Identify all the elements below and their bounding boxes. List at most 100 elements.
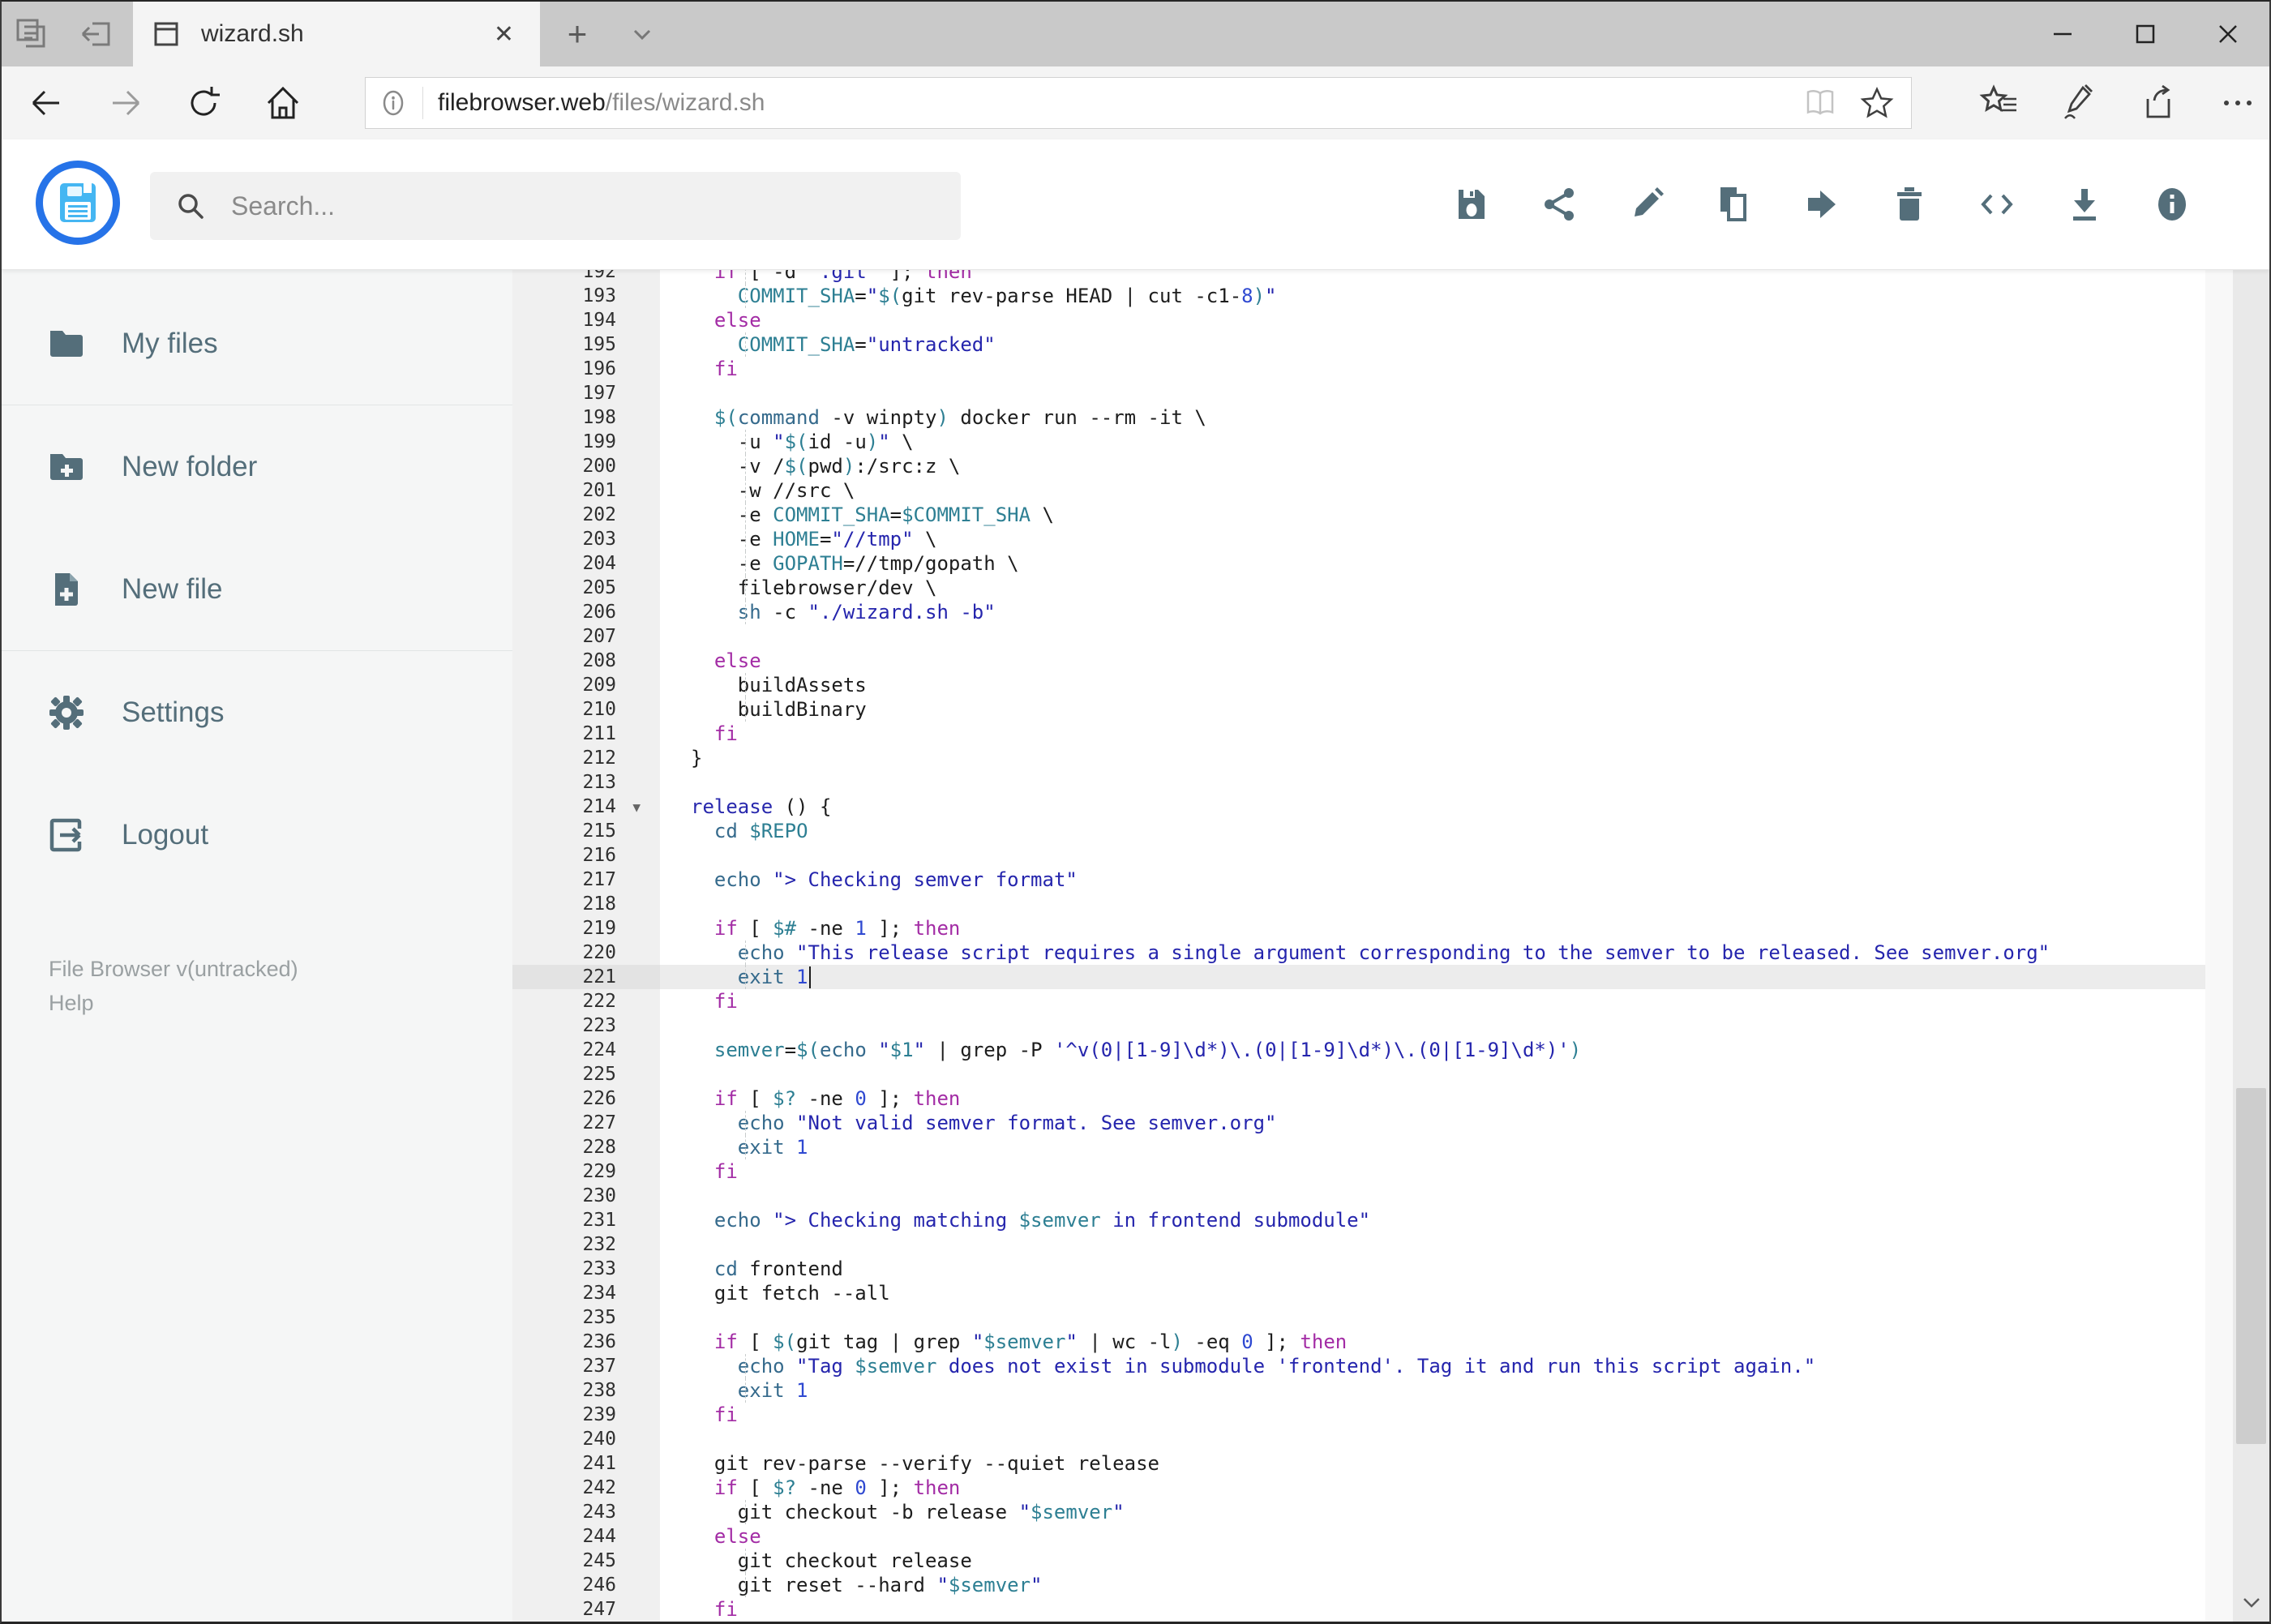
- sidebar-item-settings[interactable]: Settings: [2, 651, 512, 773]
- code-line[interactable]: [691, 770, 2233, 795]
- code-line[interactable]: [691, 1232, 2233, 1257]
- share-button[interactable]: [1535, 180, 1583, 229]
- page-scrollbar[interactable]: [2233, 139, 2269, 1622]
- code-line[interactable]: [691, 624, 2233, 649]
- url-text[interactable]: filebrowser.web/files/wizard.sh: [438, 89, 1802, 117]
- code-view-button[interactable]: [1973, 180, 2021, 229]
- code-line[interactable]: semver=$(echo "$1" | grep -P '^v(0|[1-9]…: [691, 1038, 2233, 1062]
- code-line[interactable]: $(command -v winpty) docker run --rm -it…: [691, 405, 2233, 430]
- code-line[interactable]: COMMIT_SHA="$(git rev-parse HEAD | cut -…: [691, 284, 2233, 308]
- add-favorite-star-icon[interactable]: [1859, 85, 1895, 121]
- save-button[interactable]: [1447, 180, 1496, 229]
- help-link[interactable]: Help: [49, 986, 298, 1020]
- code-line[interactable]: if [ $# -ne 1 ]; then: [691, 916, 2233, 941]
- annotate-pen-icon[interactable]: [2059, 83, 2099, 123]
- code-line[interactable]: git reset --hard "$semver": [691, 1573, 2233, 1597]
- code-line[interactable]: release () {: [691, 795, 2233, 819]
- code-line[interactable]: fi: [691, 1159, 2233, 1184]
- code-line[interactable]: fi: [691, 1403, 2233, 1427]
- code-line[interactable]: -e GOPATH=//tmp/gopath \: [691, 551, 2233, 576]
- code-line[interactable]: echo "Not valid semver format. See semve…: [691, 1111, 2233, 1135]
- code-line[interactable]: git fetch --all: [691, 1281, 2233, 1305]
- code-line[interactable]: [691, 1427, 2233, 1451]
- code-line[interactable]: }: [691, 746, 2233, 770]
- tab-close-icon[interactable]: ✕: [487, 17, 521, 52]
- code-line[interactable]: [691, 892, 2233, 916]
- code-line[interactable]: [691, 843, 2233, 868]
- forward-button[interactable]: [97, 66, 154, 139]
- code-line[interactable]: cd $REPO: [691, 819, 2233, 843]
- back-button[interactable]: [18, 66, 75, 139]
- new-tab-button[interactable]: +: [553, 2, 602, 66]
- address-bar[interactable]: filebrowser.web/files/wizard.sh: [365, 77, 1912, 129]
- code-line[interactable]: else: [691, 308, 2233, 332]
- code-line[interactable]: git checkout release: [691, 1549, 2233, 1573]
- window-maximize-button[interactable]: [2104, 2, 2187, 66]
- browser-tab[interactable]: wizard.sh ✕: [133, 2, 540, 66]
- code-line[interactable]: cd frontend: [691, 1257, 2233, 1281]
- code-line[interactable]: -e HOME="//tmp" \: [691, 527, 2233, 551]
- set-tabs-aside-icon[interactable]: [78, 15, 115, 53]
- window-minimize-button[interactable]: [2021, 2, 2104, 66]
- code-line[interactable]: buildBinary: [691, 697, 2233, 722]
- tab-dropdown-icon[interactable]: [618, 2, 666, 66]
- code-line[interactable]: git checkout -b release "$semver": [691, 1500, 2233, 1524]
- search-box[interactable]: [150, 172, 961, 240]
- code-line[interactable]: if [ $? -ne 0 ]; then: [691, 1086, 2233, 1111]
- filebrowser-logo[interactable]: [36, 161, 120, 245]
- code-line[interactable]: [691, 1305, 2233, 1330]
- sidebar-item-logout[interactable]: Logout: [2, 773, 512, 896]
- info-button[interactable]: [2148, 180, 2196, 229]
- window-close-button[interactable]: [2187, 2, 2269, 66]
- fold-caret-icon[interactable]: ▼: [632, 795, 641, 820]
- code-line[interactable]: exit 1: [691, 1135, 2233, 1159]
- code-line[interactable]: -u "$(id -u)" \: [691, 430, 2233, 454]
- code-line[interactable]: exit 1: [691, 1378, 2233, 1403]
- code-line[interactable]: else: [691, 649, 2233, 673]
- code-line[interactable]: COMMIT_SHA="untracked": [691, 332, 2233, 357]
- code-line[interactable]: fi: [691, 357, 2233, 381]
- code-line[interactable]: fi: [691, 1597, 2233, 1622]
- search-input[interactable]: [229, 190, 936, 222]
- code-line[interactable]: -w //src \: [691, 478, 2233, 503]
- code-line[interactable]: git rev-parse --verify --quiet release: [691, 1451, 2233, 1476]
- code-line[interactable]: [691, 1184, 2233, 1208]
- scrollbar-thumb[interactable]: [2236, 1087, 2266, 1444]
- tab-preview-icon[interactable]: [13, 15, 50, 53]
- more-menu-icon[interactable]: [2217, 83, 2258, 123]
- sidebar-item-new-folder[interactable]: New folder: [2, 405, 512, 528]
- code-line[interactable]: sh -c "./wizard.sh -b": [691, 600, 2233, 624]
- code-line[interactable]: -v /$(pwd):/src:z \: [691, 454, 2233, 478]
- code-line[interactable]: -e COMMIT_SHA=$COMMIT_SHA \: [691, 503, 2233, 527]
- code-line[interactable]: buildAssets: [691, 673, 2233, 697]
- code-line[interactable]: if [ $(git tag | grep "$semver" | wc -l)…: [691, 1330, 2233, 1354]
- code-line[interactable]: echo "> Checking matching $semver in fro…: [691, 1208, 2233, 1232]
- code-line[interactable]: fi: [691, 722, 2233, 746]
- share-page-icon[interactable]: [2138, 83, 2179, 123]
- site-info-icon[interactable]: [366, 87, 423, 119]
- code-line[interactable]: filebrowser/dev \: [691, 576, 2233, 600]
- reading-view-icon[interactable]: [1802, 85, 1838, 121]
- scroll-down-icon[interactable]: [2233, 1583, 2269, 1622]
- code-line[interactable]: [691, 1062, 2233, 1086]
- move-button[interactable]: [1798, 180, 1846, 229]
- code-line[interactable]: fi: [691, 989, 2233, 1013]
- code-line[interactable]: echo "Tag $semver does not exist in subm…: [691, 1354, 2233, 1378]
- edit-button[interactable]: [1622, 180, 1671, 229]
- refresh-button[interactable]: [175, 66, 232, 139]
- home-button[interactable]: [255, 66, 311, 139]
- code-line[interactable]: [691, 381, 2233, 405]
- copy-button[interactable]: [1710, 180, 1759, 229]
- download-button[interactable]: [2060, 180, 2109, 229]
- code-line[interactable]: if [ -d ".git" ]; then: [691, 269, 2233, 284]
- sidebar-item-new-file[interactable]: New file: [2, 528, 512, 650]
- code-line[interactable]: [691, 1013, 2233, 1038]
- delete-button[interactable]: [1885, 180, 1934, 229]
- favorites-hub-icon[interactable]: [1979, 83, 2020, 123]
- code-line[interactable]: echo "> Checking semver format": [691, 868, 2233, 892]
- code-line[interactable]: exit 1: [660, 965, 2233, 989]
- sidebar-item-my-files[interactable]: My files: [2, 282, 512, 405]
- code-line[interactable]: else: [691, 1524, 2233, 1549]
- code-line[interactable]: echo "This release script requires a sin…: [691, 941, 2233, 965]
- code-line[interactable]: if [ $? -ne 0 ]; then: [691, 1476, 2233, 1500]
